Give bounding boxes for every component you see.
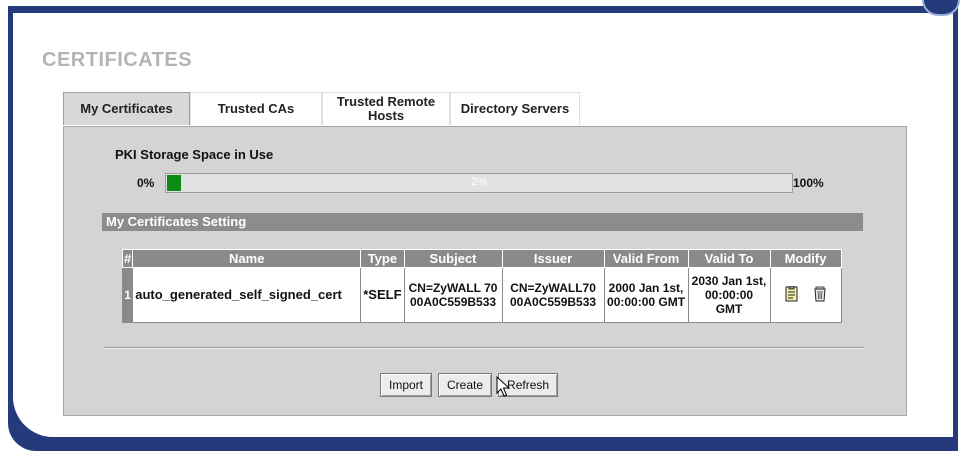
column-header-valid-to: Valid To: [687, 249, 771, 268]
delete-trash-icon[interactable]: [813, 286, 827, 305]
tab-my-certificates[interactable]: My Certificates: [63, 92, 190, 125]
column-header-modify: Modify: [769, 249, 842, 268]
cell-modify: [769, 267, 842, 323]
divider: [104, 347, 864, 349]
storage-usage-text: 2%: [471, 176, 487, 188]
tab-trusted-cas[interactable]: Trusted CAs: [190, 92, 322, 125]
table-header-row: # Name Type Subject Issuer Valid From Va…: [121, 249, 842, 268]
storage-progress-bar: 2%: [165, 173, 793, 193]
cell-issuer: CN=ZyWALL70 00A0C559B533: [501, 267, 605, 323]
column-header-valid-from: Valid From: [603, 249, 689, 268]
page-title: CERTIFICATES: [42, 49, 193, 71]
edit-icon[interactable]: [784, 285, 800, 305]
certificates-table: # Name Type Subject Issuer Valid From Va…: [121, 249, 842, 323]
column-header-issuer: Issuer: [501, 249, 605, 268]
cell-index: 1: [121, 267, 134, 323]
create-button[interactable]: Create: [438, 373, 493, 397]
pki-storage-label: PKI Storage Space in Use: [115, 147, 274, 162]
column-header-type: Type: [360, 249, 405, 268]
tab-directory-servers[interactable]: Directory Servers: [450, 92, 580, 125]
cell-subject: CN=ZyWALL 70 00A0C559B533: [403, 267, 503, 323]
cell-valid-from: 2000 Jan 1st, 00:00:00 GMT: [603, 267, 689, 323]
column-header-index: #: [121, 249, 134, 268]
mouse-pointer-icon: [496, 375, 511, 403]
cell-valid-to: 2030 Jan 1st, 00:00:00 GMT: [687, 267, 771, 323]
column-header-subject: Subject: [403, 249, 503, 268]
certificates-panel: PKI Storage Space in Use 0% 2% 100% My C…: [63, 126, 907, 416]
action-buttons: Import Create Refresh: [380, 373, 559, 397]
import-button[interactable]: Import: [380, 373, 433, 397]
storage-max-label: 100%: [793, 176, 824, 190]
tab-trusted-remote-hosts[interactable]: Trusted Remote Hosts: [322, 92, 450, 125]
column-header-name: Name: [132, 249, 362, 268]
cell-name: auto_generated_self_signed_cert: [132, 267, 362, 323]
cell-type: *SELF: [360, 267, 405, 323]
section-header-my-certificates-setting: My Certificates Setting: [102, 213, 863, 231]
tab-bar: My Certificates Trusted CAs Trusted Remo…: [63, 92, 580, 126]
table-row: 1 auto_generated_self_signed_cert *SELF …: [121, 267, 842, 323]
storage-min-label: 0%: [137, 176, 155, 190]
